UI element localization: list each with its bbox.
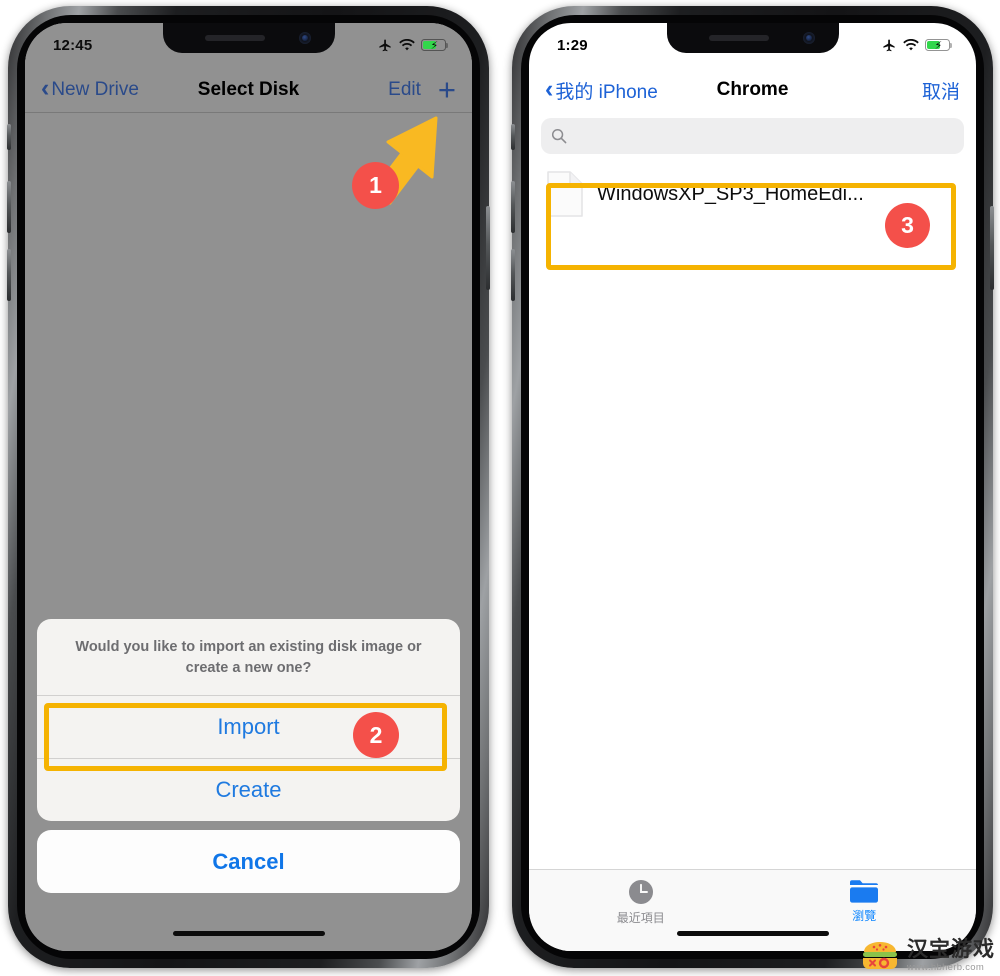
watermark: 汉宝游戏 www.hbherb.com xyxy=(860,939,995,973)
add-disk-button[interactable]: + xyxy=(438,74,456,105)
front-camera-icon xyxy=(298,32,311,44)
back-button-new-drive[interactable]: ‹ New Drive xyxy=(41,74,139,102)
cancel-button[interactable]: 取消 xyxy=(922,77,960,104)
earpiece-speaker-icon xyxy=(204,35,265,41)
notch xyxy=(666,23,839,53)
notch xyxy=(162,23,335,53)
folder-icon xyxy=(850,880,879,903)
right-nav-bar: ‹ 我的 iPhone Chrome 取消 xyxy=(529,67,976,113)
watermark-text: 汉宝游戏 www.hbherb.com xyxy=(907,939,995,973)
front-camera-icon xyxy=(802,32,815,44)
power-button[interactable] xyxy=(486,206,490,290)
back-button-label: 我的 iPhone xyxy=(555,81,658,103)
edit-button[interactable]: Edit xyxy=(388,79,421,101)
home-indicator[interactable] xyxy=(172,931,325,936)
search-input[interactable] xyxy=(541,118,964,154)
left-phone-screen: 12:45 ⚡ ‹ New Drive Select Disk Edit + W… xyxy=(25,23,472,951)
volume-down-button[interactable] xyxy=(7,249,11,301)
home-indicator[interactable] xyxy=(676,931,829,936)
status-icons: ⚡ xyxy=(377,38,449,53)
tab-recents-label: 最近項目 xyxy=(616,911,665,925)
airplane-mode-icon xyxy=(883,39,895,51)
status-time: 1:29 xyxy=(557,36,588,54)
chevron-left-icon: ‹ xyxy=(545,74,554,103)
clock-icon xyxy=(628,880,653,904)
step-badge-2: 2 xyxy=(353,712,399,758)
watermark-url: www.hbherb.com xyxy=(907,961,985,973)
status-time: 12:45 xyxy=(53,36,93,54)
search-icon xyxy=(551,128,567,144)
right-phone-mockup: 1:29 ⚡ ‹ 我的 iPhone Chrome 取消 WindowsXP_S… xyxy=(511,6,994,968)
tab-recents[interactable]: 最近項目 xyxy=(529,878,753,926)
mute-switch[interactable] xyxy=(511,124,515,150)
wifi-icon xyxy=(903,38,919,50)
tab-browse-label: 瀏覽 xyxy=(852,909,877,923)
left-nav-actions: Edit + xyxy=(388,74,456,105)
document-icon xyxy=(547,171,583,217)
airplane-mode-icon xyxy=(379,39,391,51)
action-sheet-group: Would you like to import an existing dis… xyxy=(37,618,460,821)
right-nav-actions: 取消 xyxy=(922,77,960,104)
volume-down-button[interactable] xyxy=(511,249,515,301)
step-badge-1: 1 xyxy=(352,162,399,209)
volume-up-button[interactable] xyxy=(7,181,11,233)
create-button[interactable]: Create xyxy=(37,758,460,821)
volume-up-button[interactable] xyxy=(511,181,515,233)
search-bar-container xyxy=(529,113,976,162)
tab-browse[interactable]: 瀏覽 xyxy=(753,878,977,924)
battery-charging-icon: ⚡ xyxy=(421,39,449,52)
left-phone-mockup: 12:45 ⚡ ‹ New Drive Select Disk Edit + W… xyxy=(7,6,490,968)
watermark-name: 汉宝游戏 xyxy=(907,937,995,961)
back-button-label: New Drive xyxy=(51,78,139,100)
chevron-left-icon: ‹ xyxy=(41,74,50,102)
left-nav-bar: ‹ New Drive Select Disk Edit + xyxy=(25,67,472,113)
cancel-button[interactable]: Cancel xyxy=(37,830,460,893)
burger-logo-icon xyxy=(863,942,897,970)
mute-switch[interactable] xyxy=(7,124,11,150)
action-sheet-message: Would you like to import an existing dis… xyxy=(75,638,422,677)
wifi-icon xyxy=(399,38,415,50)
action-sheet: Would you like to import an existing dis… xyxy=(37,618,460,893)
right-phone-screen: 1:29 ⚡ ‹ 我的 iPhone Chrome 取消 WindowsXP_S… xyxy=(529,23,976,951)
step-badge-3: 3 xyxy=(885,203,930,248)
battery-charging-icon: ⚡ xyxy=(925,39,953,52)
screenshot-stage: 12:45 ⚡ ‹ New Drive Select Disk Edit + W… xyxy=(0,0,1000,976)
status-icons: ⚡ xyxy=(881,38,953,53)
earpiece-speaker-icon xyxy=(708,35,769,41)
back-button-my-iphone[interactable]: ‹ 我的 iPhone xyxy=(545,74,658,104)
power-button[interactable] xyxy=(990,206,994,290)
